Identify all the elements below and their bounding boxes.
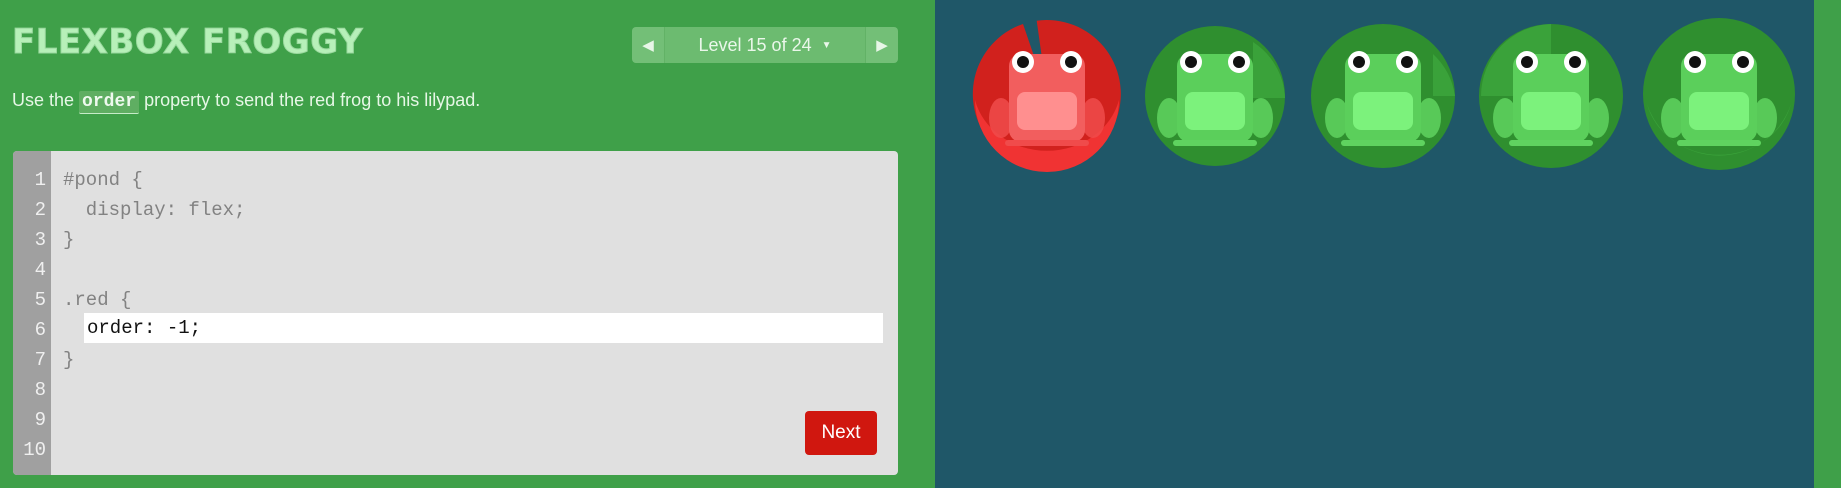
instructions-suffix: property to send the red frog to his lil… [139, 90, 481, 110]
code-line: } [63, 349, 75, 371]
lilypad-green [1639, 14, 1799, 174]
right-edge-strip [1814, 0, 1841, 488]
green-frog-on-lilypad [1479, 24, 1623, 168]
line-number: 8 [34, 379, 46, 401]
left-panel: FLEXBOX FROGGY ◀ Level 15 of 24 ▼ ▶ Use … [0, 0, 935, 488]
line-number: 9 [34, 409, 46, 431]
line-number: 7 [34, 349, 46, 371]
green-frog-on-lilypad [1145, 26, 1285, 166]
line-number: 1 [34, 169, 46, 191]
next-level-button[interactable]: ▶ [865, 27, 898, 63]
green-frog-on-lilypad [1311, 24, 1455, 168]
line-number: 5 [34, 289, 46, 311]
instructions: Use the order property to send the red f… [12, 90, 481, 114]
code-line: } [63, 229, 75, 251]
code-line: #pond { [63, 169, 143, 191]
instructions-code: order [79, 91, 140, 114]
next-button[interactable]: Next [805, 411, 877, 455]
lilypad-green [1303, 14, 1463, 174]
line-number: 6 [34, 319, 46, 341]
code-line: display: flex; [63, 199, 246, 221]
green-frog-on-lilypad [1643, 18, 1795, 170]
line-number-gutter: 1 2 3 4 5 6 7 8 9 10 [13, 151, 51, 475]
level-indicator[interactable]: Level 15 of 24 ▼ [665, 27, 865, 63]
triangle-left-icon: ◀ [642, 37, 654, 54]
previous-level-button[interactable]: ◀ [632, 27, 665, 63]
caret-down-icon: ▼ [821, 39, 832, 51]
red-frog-on-lilypad [972, 20, 1121, 172]
code-editor: 1 2 3 4 5 6 7 8 9 10 #pond { display: fl… [13, 151, 898, 475]
line-number: 4 [34, 259, 46, 281]
level-navigation: ◀ Level 15 of 24 ▼ ▶ [632, 27, 898, 63]
lilypad-green [1135, 14, 1295, 174]
code-line: .red { [63, 289, 132, 311]
instructions-prefix: Use the [12, 90, 80, 110]
lilypad-green [1471, 14, 1631, 174]
line-number: 10 [23, 439, 46, 461]
line-number: 2 [34, 199, 46, 221]
triangle-right-icon: ▶ [876, 37, 888, 54]
pond-board [935, 0, 1814, 488]
level-text: Level 15 of 24 [698, 34, 812, 55]
line-number: 3 [34, 229, 46, 251]
app-title: FLEXBOX FROGGY [12, 22, 363, 63]
css-answer-input[interactable] [84, 313, 883, 343]
lilypad-red [967, 14, 1127, 174]
